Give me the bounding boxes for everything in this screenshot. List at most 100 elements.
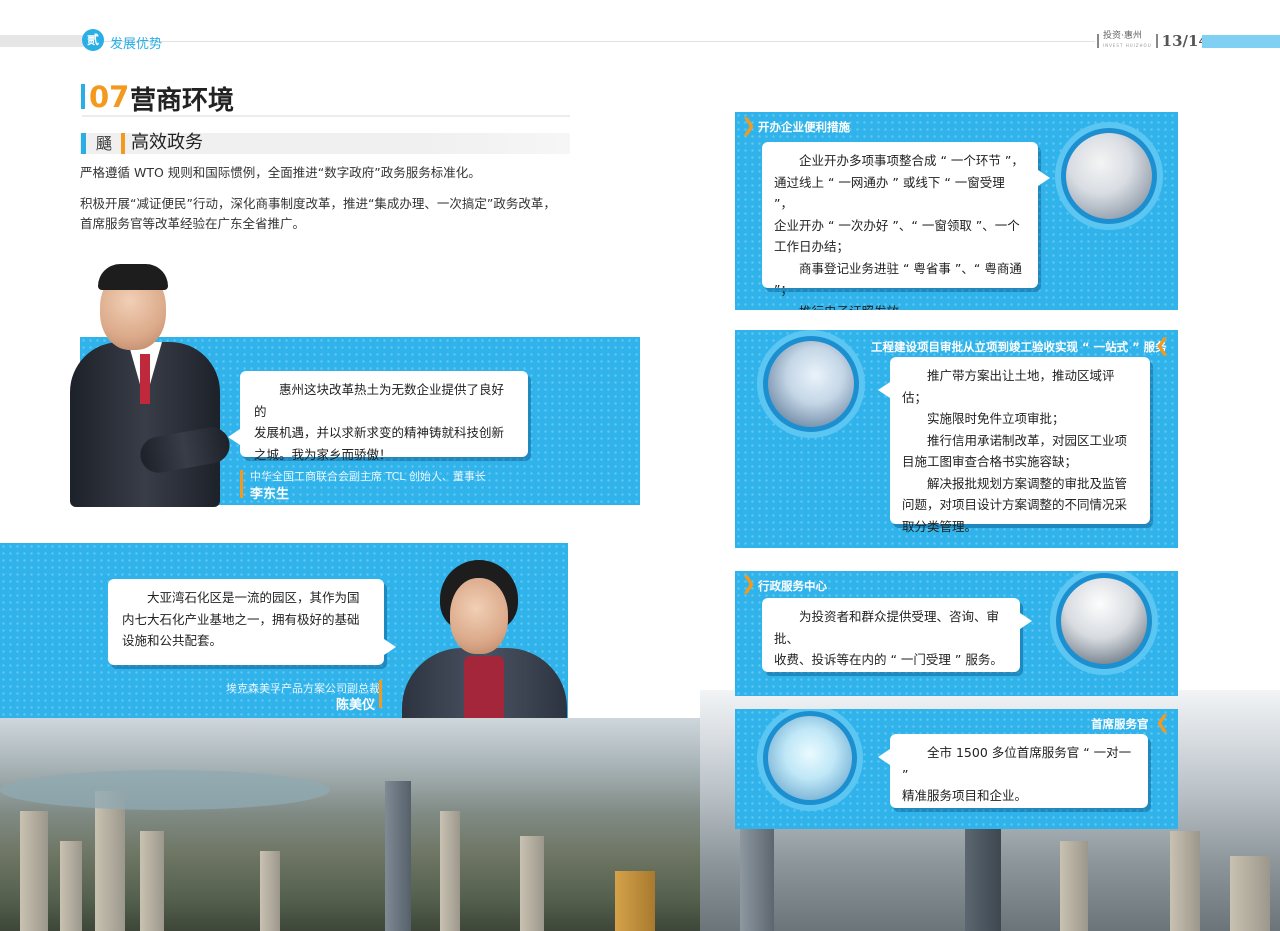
caption-bar [379,680,382,708]
photo [1066,133,1152,219]
head [450,578,508,654]
building [20,811,48,931]
building [260,851,280,931]
quote-line: 之城。我为家乡而骄傲！ [254,446,392,462]
blouse [464,656,504,718]
panel-line: 目施工图审查合格书实施容缺； [902,454,1078,469]
panel-line: 取分类管理。 [902,518,978,534]
building [1060,841,1088,931]
building [1170,831,1200,931]
building [615,871,655,931]
chapter-number: 07 [89,80,130,114]
building [965,811,1001,931]
panel-title: 首席服务官 [1091,717,1149,731]
quote-line: 内七大石化产业基地之一，拥有极好的基础 [122,611,360,627]
panel-line: 企业开办多项事项整合成 “ 一个环节 ”， [799,153,1024,168]
building [385,781,411,931]
brand-text: 投资·惠州 [1103,31,1142,41]
building [740,821,774,931]
header-rule [90,41,1095,42]
photo-service-hall [1050,571,1158,675]
subtitle-accent-bar [81,133,86,154]
panel-construction-approval: 工程建设项目审批从立项到竣工验收实现 “ 一站式 ” 服务 ❮ 推广带方案出让土… [735,330,1178,548]
building [520,836,544,931]
panel-line: 推行电子证照发放。 [774,301,1026,311]
subtitle-accent-bar-orange [121,133,125,154]
intro-paragraph: 严格遵循 WTO 规则和国际惯例，全面推进“数字政府”政务服务标准化。 [80,165,481,180]
chevron-left-icon: ❮ [1155,335,1171,356]
panel-line: 问题，对项目设计方案调整的不同情况采 [902,497,1128,512]
bubble-tail [878,382,890,398]
photo-meeting [757,330,865,438]
quote-line: 惠州这块改革热土为无数企业提供了良好的 [254,382,505,419]
building [60,841,82,931]
panel-line: 商事登记业务进驻 “ 粤省事 ”、“ 粤商通 ”； [774,260,1022,298]
section-badge-icon: 贰 [82,29,104,51]
photo-service-officers [757,709,863,811]
building [440,811,460,931]
building [140,831,164,931]
panel-title: 工程建设项目审批从立项到竣工验收实现 “ 一站式 ” 服务 [871,340,1167,354]
speaker-name: 李东生 [250,487,290,502]
section-label: 发展优势 [110,37,163,52]
chevron-right-icon: ❯ [741,115,757,136]
panel-line: 工作日办结； [774,239,850,254]
panel-line: 推行信用承诺制改革，对园区工业项 [927,432,1128,448]
speaker-name: 陈美仪 [336,698,376,713]
photo [768,341,854,427]
portrait-chen-meiyi [402,560,567,718]
chevron-right-icon: ❯ [741,573,757,594]
quote-bubble-1: 惠州这块改革热土为无数企业提供了良好的 发展机遇，并以求新求变的精神铸就科技创新… [240,371,528,462]
header-right-bar [1202,35,1280,48]
panel-bubble: 企业开办多项事项整合成 “ 一个环节 ”， 通过线上 “ 一网通办 ” 或线下 … [762,142,1038,310]
building [95,791,125,931]
photo [1061,578,1147,664]
panel-line: 收费、投诉等在内的 “ 一门受理 ” 服务。 [774,652,1003,667]
bubble-tail [384,639,396,655]
panel-line: 解决报批规划方案调整的审批及监管 [927,475,1128,491]
header-brand: 投资·惠州 INVEST HUIZHOU [1103,32,1152,50]
page-title: 营商环境 [130,86,235,116]
header-page-info: 投资·惠州 INVEST HUIZHOU 13/14 [1097,32,1209,50]
quote-line: 大亚湾石化区是一流的园区，其作为国 [147,590,360,605]
panel-bubble: 全市 1500 多位首席服务官 “ 一对一 ” 精准服务项目和企业。 [890,734,1148,808]
bubble-tail [1020,613,1032,629]
panel-line: 实施限时免件立项审批； [927,411,1065,426]
intro-paragraph: 首席服务官等改革经验在广东全省推广。 [80,216,306,231]
panel-title: 行政服务中心 [758,579,827,593]
quote-line: 设施和公共配套。 [122,633,223,648]
panel-business-startup: ❯ 开办企业便利措施 企业开办多项事项整合成 “ 一个环节 ”， 通过线上 “ … [735,112,1178,310]
intro-paragraph: 积极开展“减证便民”行动，深化商事制度改革，推进“集成办理、一次搞定”政务改革， [80,196,556,211]
header-divider [1155,34,1158,48]
building [1230,856,1270,931]
photo [768,716,852,800]
title-accent-bar [81,84,85,109]
brand-subtext: INVEST HUIZHOU [1103,43,1152,48]
panel-line: 为投资者和群众提供受理、咨询、审批、 [774,609,1000,646]
hair [98,264,168,290]
header-left-bar [0,35,90,47]
river [0,770,330,810]
panel-chief-service-officer: 首席服务官 ❮ 全市 1500 多位首席服务官 “ 一对一 ” 精准服务项目和企… [735,709,1178,829]
panel-bubble: 推广带方案出让土地，推动区域评估； 实施限时免件立项审批； 推行信用承诺制改革，… [890,357,1150,534]
bubble-tail [1038,170,1050,186]
panel-title: 开办企业便利措施 [758,120,850,134]
title-rule [82,115,570,117]
header-divider [1097,34,1099,48]
bubble-tail [878,749,890,765]
panel-bubble: 为投资者和群众提供受理、咨询、审批、 收费、投诉等在内的 “ 一门受理 ” 服务… [762,598,1020,672]
photo-service-counter [1055,122,1163,230]
subtitle-icon: 颾 [96,134,113,153]
quote-bubble-2: 大亚湾石化区是一流的园区，其作为国 内七大石化产业基地之一，拥有极好的基础 设施… [108,579,384,665]
subtitle: 高效政务 [131,132,203,153]
portrait-li-dongsheng [70,262,233,507]
chevron-left-icon: ❮ [1155,712,1171,733]
speaker-title: 中华全国工商联合会副主席 TCL 创始人、董事长 [250,470,486,483]
caption-bar [240,470,243,498]
panel-line: 通过线上 “ 一网通办 ” 或线下 “ 一窗受理 ”， [774,174,1005,212]
panel-service-center: ❯ 行政服务中心 为投资者和群众提供受理、咨询、审批、 收费、投诉等在内的 “ … [735,571,1178,696]
panel-line: 全市 1500 多位首席服务官 “ 一对一 ” [902,745,1132,782]
panel-line: 企业开办 “ 一次办好 ”、“ 一窗领取 ”、一个 [774,217,1020,233]
panel-line: 精准服务项目和企业。 [902,788,1028,803]
tie [140,354,150,404]
